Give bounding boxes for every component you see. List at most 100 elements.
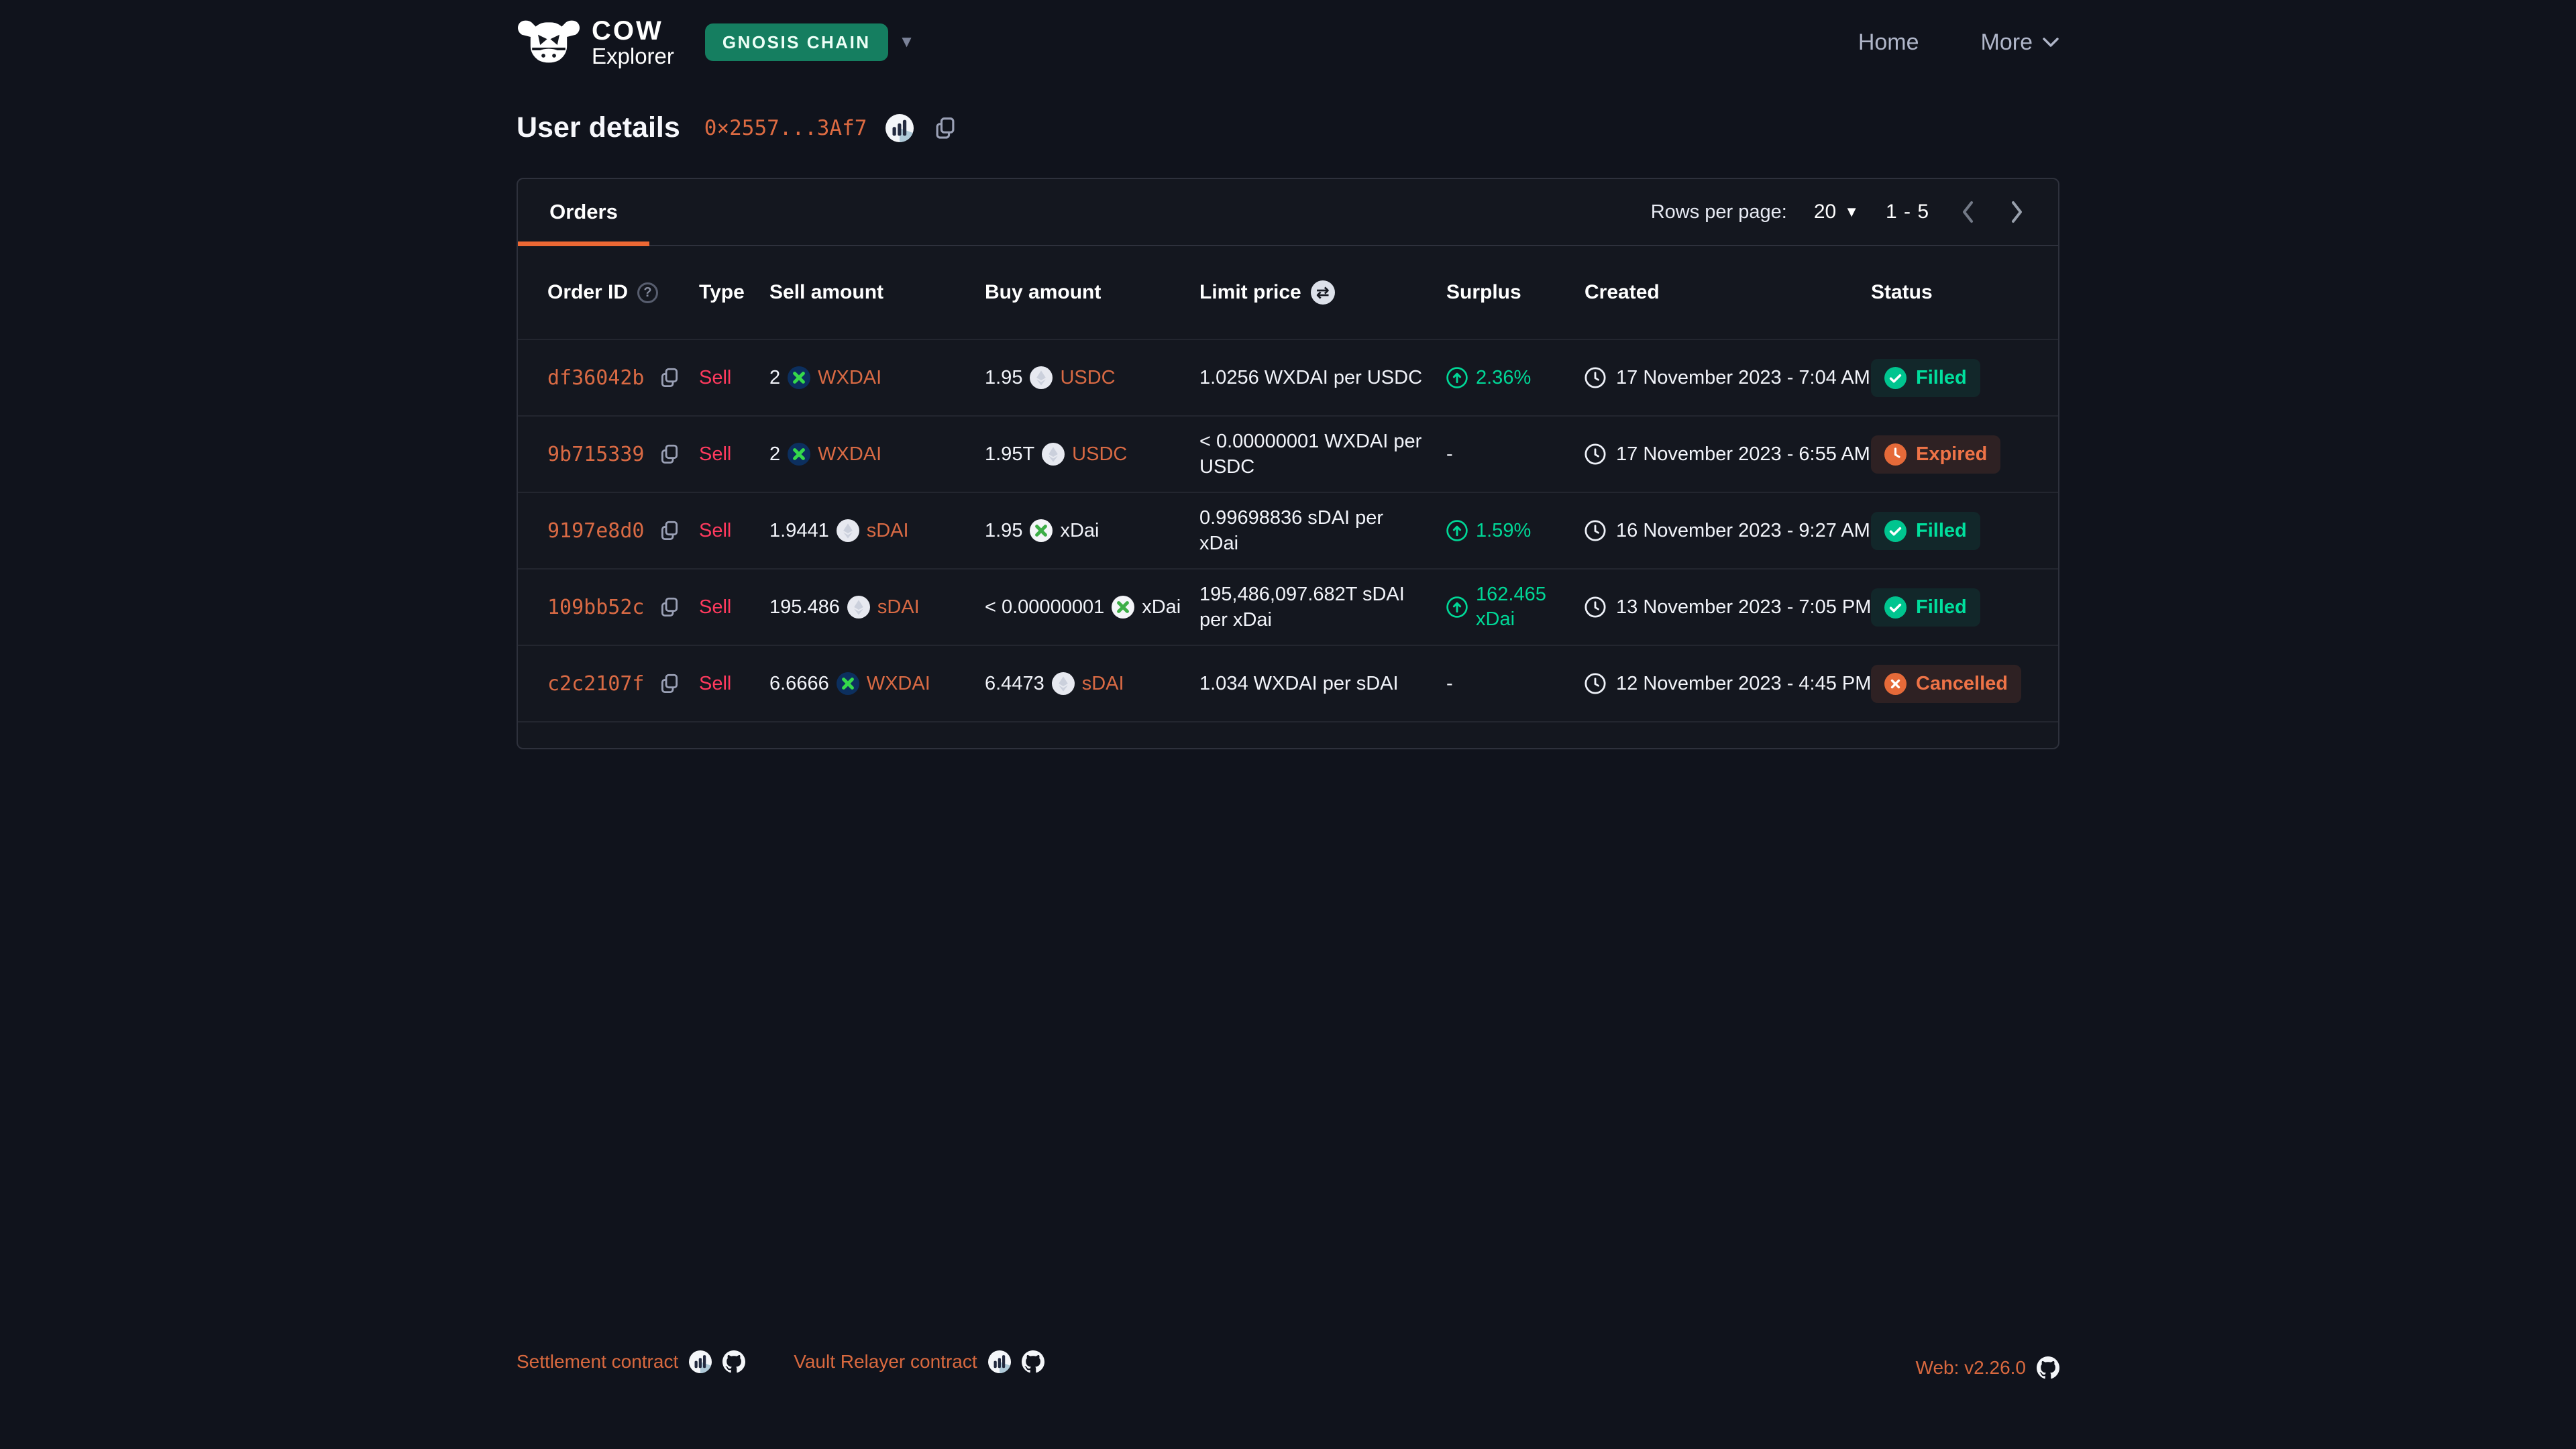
order-id-link[interactable]: 109bb52c	[547, 596, 645, 619]
surplus: 1.59%	[1446, 519, 1585, 544]
pagination-controls: Rows per page: 20 ▼ 1 - 5	[1651, 197, 2058, 227]
order-type: Sell	[699, 443, 731, 465]
copy-icon[interactable]	[658, 672, 681, 695]
table-row: c2c2107f Sell 6.6666 WXDAI 6.4473 sDAI	[518, 646, 2058, 722]
buy-amount-value: 1.95	[985, 367, 1022, 389]
sell-amount-value: 1.9441	[769, 520, 829, 542]
wxdai-token-icon	[788, 366, 810, 389]
copy-icon[interactable]	[658, 519, 681, 542]
sell-amount-value: 2	[769, 443, 780, 466]
col-status: Status	[1871, 281, 2029, 304]
vault-relayer-contract-link[interactable]: Vault Relayer contract	[794, 1351, 977, 1373]
expired-clock-icon	[1884, 443, 1907, 466]
col-buy-amount-label: Buy amount	[985, 281, 1101, 304]
status-badge: Filled	[1871, 512, 1980, 550]
github-icon[interactable]	[1022, 1350, 1044, 1373]
buy-token-native: xDai	[1060, 520, 1099, 542]
github-icon[interactable]	[2037, 1356, 2059, 1379]
blockscout-link-icon[interactable]	[988, 1350, 1011, 1373]
footer-version-group: Web: v2.26.0	[1916, 1356, 2059, 1379]
settlement-contract-group: Settlement contract	[517, 1350, 745, 1373]
generic-token-icon	[1042, 443, 1065, 466]
table-row: 109bb52c Sell 195.486 sDAI < 0.00000001 …	[518, 570, 2058, 646]
copy-icon[interactable]	[658, 366, 681, 389]
github-icon[interactable]	[722, 1350, 745, 1373]
copy-address-icon[interactable]	[932, 115, 958, 141]
cow-explorer-logo[interactable]: COW Explorer	[517, 17, 674, 67]
surplus-up-icon	[1446, 367, 1468, 388]
next-page-button[interactable]	[2006, 197, 2029, 227]
created: 16 November 2023 - 9:27 AM	[1585, 520, 1871, 542]
order-id-link[interactable]: 9197e8d0	[547, 519, 645, 543]
network-selector-badge[interactable]: GNOSIS CHAIN	[705, 23, 888, 61]
settlement-contract-link[interactable]: Settlement contract	[517, 1351, 678, 1373]
rows-per-page-caret-icon: ▼	[1844, 203, 1859, 221]
status-label: Filled	[1916, 596, 1967, 619]
invert-price-icon[interactable]: ⇄	[1311, 280, 1335, 305]
xdai-token-icon	[1030, 519, 1053, 542]
buy-amount-value: 6.4473	[985, 673, 1044, 695]
col-sell-amount: Sell amount	[769, 281, 985, 304]
order-id-link[interactable]: 9b715339	[547, 443, 645, 466]
sell-token-link[interactable]: WXDAI	[818, 367, 881, 389]
status-label: Cancelled	[1916, 673, 2008, 695]
buy-token-link[interactable]: sDAI	[1082, 673, 1124, 695]
generic-token-icon	[837, 519, 859, 542]
order-type: Sell	[699, 673, 731, 694]
surplus: 2.36%	[1446, 366, 1585, 391]
status-badge: Filled	[1871, 588, 1980, 627]
logo-text: COW Explorer	[592, 17, 674, 67]
order-id-link[interactable]: df36042b	[547, 366, 645, 390]
orders-tabbar: Orders Rows per page: 20 ▼ 1 - 5	[518, 179, 2058, 246]
user-address: 0×2557...3Af7	[704, 116, 867, 140]
sell-token-link[interactable]: WXDAI	[867, 673, 930, 695]
rows-per-page-select[interactable]: 20 ▼	[1814, 201, 1859, 223]
blockscout-link-icon[interactable]	[885, 114, 914, 142]
table-header-row: Order ID ? Type Sell amount Buy amount L…	[518, 246, 2058, 340]
sell-token-link[interactable]: sDAI	[877, 596, 920, 619]
prev-page-button[interactable]	[1956, 197, 1979, 227]
sell-token-link[interactable]: WXDAI	[818, 443, 881, 466]
logo-subtitle: Explorer	[592, 45, 674, 68]
copy-icon[interactable]	[658, 596, 681, 619]
sell-token-link[interactable]: sDAI	[867, 520, 909, 542]
wxdai-token-icon	[837, 672, 859, 695]
nav-item-home[interactable]: Home	[1858, 30, 1919, 56]
status-badge: Cancelled	[1871, 665, 2021, 703]
status-badge: Filled	[1871, 359, 1980, 397]
col-status-label: Status	[1871, 281, 1933, 304]
surplus-up-icon	[1446, 520, 1468, 541]
created-value: 17 November 2023 - 6:55 AM	[1616, 443, 1870, 466]
page-footer: Settlement contract Vault Relayer contra…	[0, 1344, 2576, 1449]
limit-price: 195,486,097.682T sDAI per xDai	[1199, 582, 1446, 634]
network-caret-down-icon[interactable]: ▼	[899, 33, 915, 52]
rows-per-page-value: 20	[1814, 201, 1836, 223]
buy-amount-value: < 0.00000001	[985, 596, 1104, 619]
limit-price: 1.0256 WXDAI per USDC	[1199, 365, 1446, 391]
created-value: 17 November 2023 - 7:04 AM	[1616, 367, 1870, 389]
created: 17 November 2023 - 6:55 AM	[1585, 443, 1871, 466]
order-id-link[interactable]: c2c2107f	[547, 672, 645, 696]
rows-per-page-label: Rows per page:	[1651, 201, 1787, 223]
status-badge: Expired	[1871, 435, 2000, 474]
copy-icon[interactable]	[658, 443, 681, 466]
chevron-down-icon	[2042, 36, 2059, 48]
buy-token-link[interactable]: USDC	[1072, 443, 1127, 466]
help-icon[interactable]: ?	[637, 282, 658, 303]
buy-token-link[interactable]: USDC	[1060, 367, 1115, 389]
nav-item-more[interactable]: More	[1981, 30, 2059, 56]
surplus: -	[1446, 672, 1585, 697]
blockscout-link-icon[interactable]	[689, 1350, 712, 1373]
buy-amount-value: 1.95	[985, 520, 1022, 542]
tab-orders[interactable]: Orders	[518, 179, 649, 245]
clock-icon	[1585, 520, 1606, 541]
nav-more-label: More	[1981, 30, 2033, 56]
col-type: Type	[699, 281, 769, 304]
col-surplus: Surplus	[1446, 281, 1585, 304]
surplus-value: -	[1446, 672, 1453, 697]
created-value: 12 November 2023 - 4:45 PM	[1616, 673, 1871, 695]
page-range: 1 - 5	[1886, 201, 1929, 223]
col-created-label: Created	[1585, 281, 1660, 304]
logo-title: COW	[592, 17, 674, 45]
clock-icon	[1585, 443, 1606, 465]
